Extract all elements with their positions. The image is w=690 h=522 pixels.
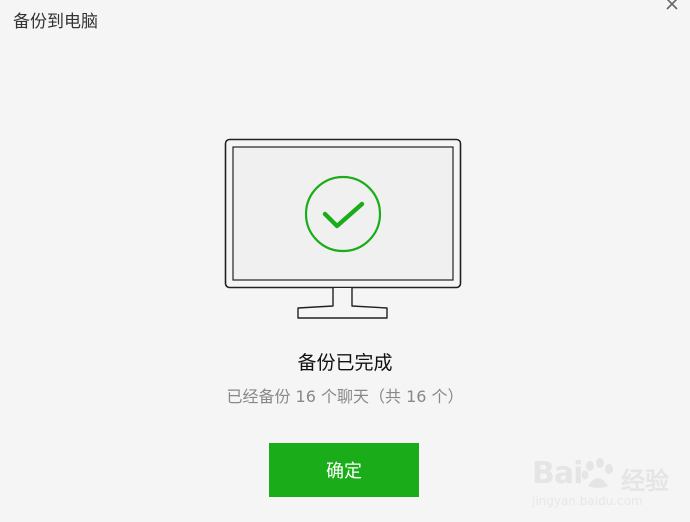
- backup-status-title: 备份已完成: [297, 352, 393, 374]
- backup-status-detail: 已经备份 16 个聊天（共 16 个）: [226, 387, 464, 406]
- dialog-title: 备份到电脑: [13, 12, 98, 32]
- watermark-brand: Bai: [532, 456, 583, 491]
- close-icon: [666, 0, 678, 10]
- close-button[interactable]: [664, 0, 682, 14]
- monitor-icon: [224, 138, 462, 319]
- paw-icon: [581, 458, 613, 488]
- backup-dialog: 备份到电脑 备份已完成 已经备份 16 个聊天（共 16 个） 确定 Bai 经…: [0, 0, 690, 522]
- watermark-url: jingyan.baidu.com: [532, 494, 643, 508]
- confirm-button[interactable]: 确定: [269, 443, 419, 497]
- watermark: Bai 经验 jingyan.baidu.com: [524, 452, 684, 514]
- watermark-brand-suffix: 经验: [621, 467, 669, 495]
